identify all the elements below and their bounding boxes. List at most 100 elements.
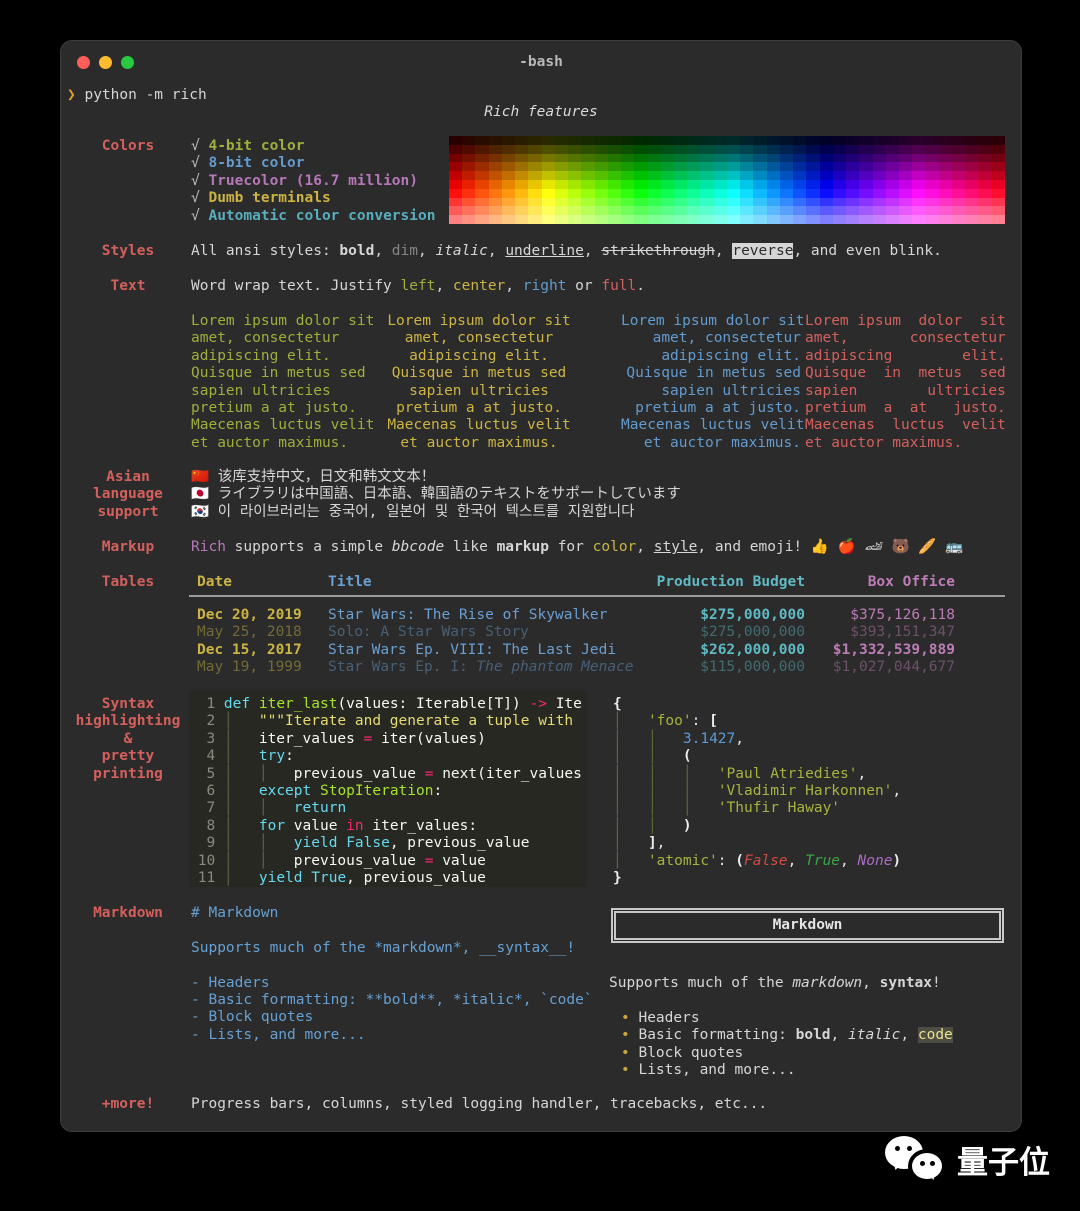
table-cell: May 25, 2018 bbox=[197, 624, 302, 641]
text-segment: , bbox=[636, 539, 654, 555]
text-segment: │ bbox=[258, 765, 268, 782]
text-segment: Block quotes bbox=[638, 1044, 744, 1061]
text-segment bbox=[692, 766, 718, 782]
table-cell: $1,332,539,889 bbox=[832, 641, 955, 658]
table-cell: $275,000,000 bbox=[700, 607, 805, 623]
text-segment: next(iter_values bbox=[433, 765, 582, 782]
code-line: 2 │ """Iterate and generate a tuple with bbox=[189, 713, 587, 730]
text-segment: │ bbox=[647, 800, 657, 817]
code-line: │ 'atomic': (False, True, None) bbox=[613, 853, 901, 870]
lorem-column-left: Lorem ipsum dolor sit amet, consectetur … bbox=[191, 313, 375, 451]
text-segment: All ansi styles: bbox=[191, 243, 340, 259]
text-segment: , bbox=[857, 765, 867, 782]
justify-intro-line: Word wrap text. Justify left, center, ri… bbox=[191, 278, 645, 295]
text-segment: , bbox=[505, 278, 523, 294]
table-row: Dec 20, 2019 Star Wars: The Rise of Skywa… bbox=[61, 607, 1021, 624]
bullet-icon: • bbox=[621, 1010, 639, 1026]
text-segment: right bbox=[522, 278, 567, 294]
table-row: May 25, 2018 Solo: A Star Wars Story $275,… bbox=[61, 624, 1021, 641]
text-segment: │ bbox=[223, 748, 233, 765]
markdown-bullet-item: • Lists, and more... bbox=[621, 1062, 953, 1079]
bullet-icon: • bbox=[621, 1044, 639, 1061]
text-segment: : bbox=[433, 783, 443, 800]
text-segment: (values: Iterable[T]) bbox=[337, 696, 530, 712]
text-segment: │ bbox=[682, 765, 692, 782]
text-segment: Star Wars: The Rise of Skywalker bbox=[328, 607, 608, 623]
text-segment: ) bbox=[892, 852, 902, 869]
text-segment: 3.1427 bbox=[682, 730, 736, 747]
wechat-logo-icon bbox=[885, 1136, 949, 1192]
table-cell: $115,000,000 bbox=[700, 659, 805, 676]
bullet-icon: • bbox=[621, 1027, 639, 1044]
text-segment: , and emoji! bbox=[697, 539, 811, 555]
text-segment bbox=[622, 835, 648, 851]
text-segment: , previous_value bbox=[346, 870, 486, 887]
text-segment: │ bbox=[682, 800, 692, 817]
color-feature-checklist: √ 4-bit color √ 8-bit color √ Truecolor (1… bbox=[191, 138, 435, 225]
text-segment bbox=[233, 783, 259, 799]
code-line: { bbox=[613, 696, 901, 713]
text-segment bbox=[268, 800, 294, 816]
section-label-syntax: Syntax highlighting & pretty printing bbox=[75, 696, 181, 782]
text-segment: │ bbox=[613, 783, 622, 800]
table-header-date: Date bbox=[197, 574, 232, 590]
prompt-symbol: ❯ bbox=[67, 87, 76, 103]
text-segment bbox=[657, 731, 683, 747]
asian-language-lines: 🇨🇳 该库支持中文，日文和韩文文本！ 🇯🇵 ライブラリは中国語、日本語、韓国語の… bbox=[191, 469, 681, 520]
lorem-column-center: Lorem ipsum dolor sit amet, consectetur … bbox=[387, 313, 571, 451]
text-segment: 3 bbox=[189, 730, 224, 747]
text-segment: underline bbox=[505, 243, 584, 259]
color-feature-item: √ Automatic color conversion bbox=[191, 207, 436, 224]
text-segment: , bbox=[487, 243, 506, 259]
text-segment: │ bbox=[613, 817, 622, 834]
text-segment: { bbox=[613, 696, 622, 712]
text-segment: │ bbox=[223, 713, 233, 730]
text-segment: color bbox=[592, 539, 637, 555]
text-segment: 6 bbox=[189, 783, 224, 800]
text-segment: The phantom Menace bbox=[476, 659, 634, 676]
text-segment: 9 bbox=[189, 835, 224, 852]
text-segment: 1 bbox=[189, 696, 224, 712]
text-segment: False bbox=[346, 835, 390, 852]
text-segment: │ bbox=[613, 748, 622, 765]
watermark-text: 量子位 bbox=[957, 1145, 1050, 1182]
text-segment: , bbox=[374, 243, 392, 259]
text-segment bbox=[622, 748, 648, 764]
markdown-bullet-item: • Headers bbox=[621, 1010, 953, 1027]
code-line: 7 │ │ return bbox=[189, 800, 587, 817]
more-features-line: Progress bars, columns, styled logging h… bbox=[191, 1096, 768, 1112]
text-segment: True bbox=[805, 852, 841, 869]
text-segment bbox=[622, 853, 648, 869]
text-segment: iter_last bbox=[258, 696, 338, 712]
text-segment: 2 bbox=[189, 713, 224, 730]
text-segment: 'foo' bbox=[647, 713, 692, 730]
text-segment: True bbox=[311, 870, 347, 887]
table-cell: $393,151,347 bbox=[850, 624, 955, 641]
table-cell: $275,000,000 bbox=[700, 624, 805, 641]
command-text: python -m rich bbox=[84, 87, 207, 103]
table-header-row: Date Title Production Budget Box Office bbox=[61, 574, 1021, 592]
text-segment: syntax bbox=[879, 975, 933, 991]
text-segment: │ bbox=[223, 870, 233, 887]
table-header-title: Title bbox=[328, 574, 372, 590]
text-segment: False bbox=[743, 852, 788, 869]
code-line: │ │ │ 'Paul Atriedies', bbox=[613, 766, 901, 783]
text-segment bbox=[233, 800, 259, 816]
table-row: May 19, 1999 Star Wars Ep. I: The phantom… bbox=[61, 659, 1021, 676]
pretty-print-block: {│ 'foo': [│ │ 3.1427, │ │ (│ │ │ 'Paul A… bbox=[613, 696, 901, 887]
text-segment: , bbox=[892, 783, 902, 800]
ansi-styles-line: All ansi styles: bold, dim, italic, unde… bbox=[191, 243, 942, 260]
text-segment bbox=[622, 731, 648, 747]
section-label-styles: Styles bbox=[101, 243, 155, 259]
section-label-colors: Colors bbox=[101, 138, 155, 154]
text-segment: │ bbox=[223, 817, 233, 834]
text-segment: iter_values: bbox=[363, 817, 478, 834]
text-segment: yield bbox=[258, 870, 303, 887]
text-segment: left bbox=[400, 278, 436, 294]
table-cell: Star Wars Ep. I: The phantom Menace bbox=[328, 659, 634, 676]
color-feature-item: √ 8-bit color bbox=[191, 155, 305, 172]
color-feature-item: √ 4-bit color bbox=[191, 138, 305, 154]
text-segment: 10 bbox=[189, 852, 224, 869]
text-segment: dim bbox=[391, 243, 418, 259]
text-segment: italic bbox=[848, 1027, 901, 1044]
